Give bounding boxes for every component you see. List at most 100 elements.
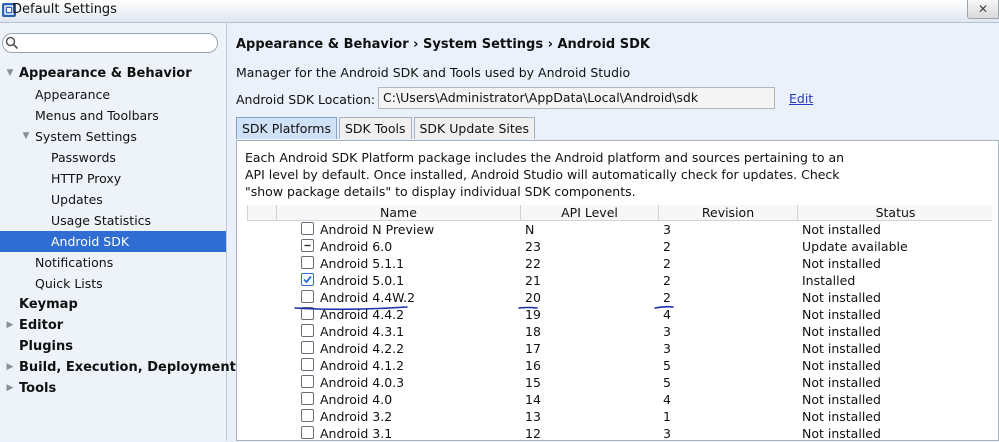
install-status: Not installed [802, 409, 881, 424]
tree-item-build-execution-deployment[interactable]: ▶ Build, Execution, Deployment [0, 357, 236, 378]
table-row[interactable]: Android 3.2 13 1 Not installed [247, 408, 992, 425]
tree-item-tools[interactable]: ▶ Tools [0, 378, 226, 399]
table-row[interactable]: Android 4.3.1 18 3 Not installed [247, 323, 992, 340]
tree-item-updates[interactable]: Updates [0, 189, 226, 210]
table-row[interactable]: Android 5.1.1 22 2 Not installed [247, 255, 992, 272]
tree-item-menus-and-toolbars[interactable]: Menus and Toolbars [0, 105, 226, 126]
checkbox[interactable] [301, 290, 314, 303]
revision: 3 [663, 324, 671, 339]
tree-item-android-sdk[interactable]: Android SDK [0, 231, 226, 252]
checkbox[interactable] [301, 341, 314, 354]
tree-item-editor[interactable]: ▶ Editor [0, 315, 226, 336]
checkbox[interactable] [301, 392, 314, 405]
table-row[interactable]: Android 4.4.2 19 4 Not installed [247, 306, 992, 323]
tree-item-passwords[interactable]: Passwords [0, 147, 226, 168]
revision: 5 [663, 358, 671, 373]
tree-item-appearance-behavior[interactable]: ▼ Appearance & Behavior [0, 63, 226, 84]
tree-item-label: Usage Statistics [51, 213, 152, 228]
sdk-platforms-panel: Each Android SDK Platform package includ… [236, 140, 999, 441]
table-row[interactable]: Android 4.2.2 17 3 Not installed [247, 340, 992, 357]
tree-item-label: HTTP Proxy [51, 171, 122, 186]
checkbox[interactable] [301, 426, 314, 439]
tree-item-system-settings[interactable]: ▼ System Settings [0, 126, 226, 147]
tree-item-label: Build, Execution, Deployment [19, 360, 236, 375]
checkbox[interactable] [301, 358, 314, 371]
breadcrumb: Appearance & Behavior › System Settings … [236, 37, 650, 52]
checkbox[interactable] [301, 307, 314, 320]
install-status: Not installed [802, 324, 881, 339]
search-input[interactable] [21, 35, 215, 52]
tree-item-label: Keymap [19, 297, 78, 312]
platform-name: Android 4.1.2 [320, 358, 405, 373]
checkbox[interactable] [301, 409, 314, 422]
revision: 1 [663, 409, 671, 424]
install-status: Not installed [802, 222, 881, 237]
header-api-level[interactable]: API Level [520, 205, 658, 220]
table-row[interactable]: Android 4.4W.2 20 2 Not installed [247, 289, 992, 306]
tab-sdk-tools[interactable]: SDK Tools [338, 117, 412, 139]
header-name[interactable]: Name [276, 205, 520, 220]
collapsed-arrow-icon[interactable]: ▶ [4, 378, 16, 399]
api-level: 19 [525, 307, 541, 322]
checkbox[interactable] [301, 256, 314, 269]
header-status[interactable]: Status [797, 205, 993, 220]
install-status: Not installed [802, 392, 881, 407]
table-header: Name API Level Revision Status [247, 205, 992, 221]
checkbox-partial[interactable] [301, 239, 314, 252]
install-status: Not installed [802, 341, 881, 356]
revision: 3 [663, 341, 671, 356]
install-status: Not installed [802, 375, 881, 390]
close-button[interactable]: ✕ [967, 0, 999, 19]
platform-name: Android 4.3.1 [320, 324, 405, 339]
api-level: 17 [525, 341, 541, 356]
tree-item-usage-statistics[interactable]: Usage Statistics [0, 210, 226, 231]
tree-item-appearance[interactable]: Appearance [0, 84, 226, 105]
tab-sdk-update-sites[interactable]: SDK Update Sites [413, 117, 535, 139]
revision: 2 [663, 239, 671, 254]
platform-name: Android 5.0.1 [320, 273, 405, 288]
close-icon[interactable]: ✕ [978, 2, 988, 16]
api-level: N [525, 222, 535, 237]
tree-item-label: Plugins [19, 339, 73, 354]
expanded-arrow-icon[interactable]: ▼ [20, 126, 32, 147]
checkbox-checked[interactable] [301, 273, 314, 286]
revision: 2 [663, 256, 671, 271]
install-status: Not installed [802, 426, 881, 441]
edit-link[interactable]: Edit [789, 91, 813, 106]
tree-item-quick-lists[interactable]: Quick Lists [0, 273, 226, 294]
tree-item-notifications[interactable]: Notifications [0, 252, 226, 273]
api-level: 23 [525, 239, 541, 254]
tree-item-keymap[interactable]: Keymap [0, 294, 226, 315]
tree-item-label: Quick Lists [35, 276, 103, 291]
tab-sdk-platforms[interactable]: SDK Platforms [236, 117, 337, 139]
revision: 4 [663, 392, 671, 407]
collapsed-arrow-icon[interactable]: ▶ [4, 357, 16, 378]
platform-name: Android 4.0 [320, 392, 393, 407]
table-row[interactable]: Android 3.1 12 3 Not installed [247, 425, 992, 442]
table-row[interactable]: Android 4.1.2 16 5 Not installed [247, 357, 992, 374]
page-description: Manager for the Android SDK and Tools us… [236, 65, 631, 80]
platform-name: Android 4.4.2 [320, 307, 405, 322]
sdk-location-field[interactable]: C:\Users\Administrator\AppData\Local\And… [378, 87, 775, 109]
install-status: Not installed [802, 307, 881, 322]
table-row[interactable]: Android 6.0 23 2 Update available [247, 238, 992, 255]
checkbox[interactable] [301, 222, 314, 235]
checkbox[interactable] [301, 324, 314, 337]
install-status: Installed [802, 273, 856, 288]
check-icon [303, 275, 312, 284]
checkbox[interactable] [301, 375, 314, 388]
tree-item-http-proxy[interactable]: HTTP Proxy [0, 168, 226, 189]
title-bar: Default Settings ✕ [0, 0, 999, 23]
table-row[interactable]: Android 5.0.1 21 2 Installed [247, 272, 992, 289]
table-row[interactable]: Android N Preview N 3 Not installed [247, 221, 992, 238]
table-body: Android N Preview N 3 Not installed Android … [247, 221, 992, 442]
tree-item-plugins[interactable]: Plugins [0, 336, 226, 357]
window-title: Default Settings [12, 2, 117, 17]
collapsed-arrow-icon[interactable]: ▶ [4, 315, 16, 336]
search-field[interactable] [2, 33, 218, 53]
table-row[interactable]: Android 4.0 14 4 Not installed [247, 391, 992, 408]
expanded-arrow-icon[interactable]: ▼ [4, 63, 16, 84]
platform-info-text: Each Android SDK Platform package includ… [245, 150, 845, 199]
table-row[interactable]: Android 4.0.3 15 5 Not installed [247, 374, 992, 391]
header-revision[interactable]: Revision [658, 205, 797, 220]
